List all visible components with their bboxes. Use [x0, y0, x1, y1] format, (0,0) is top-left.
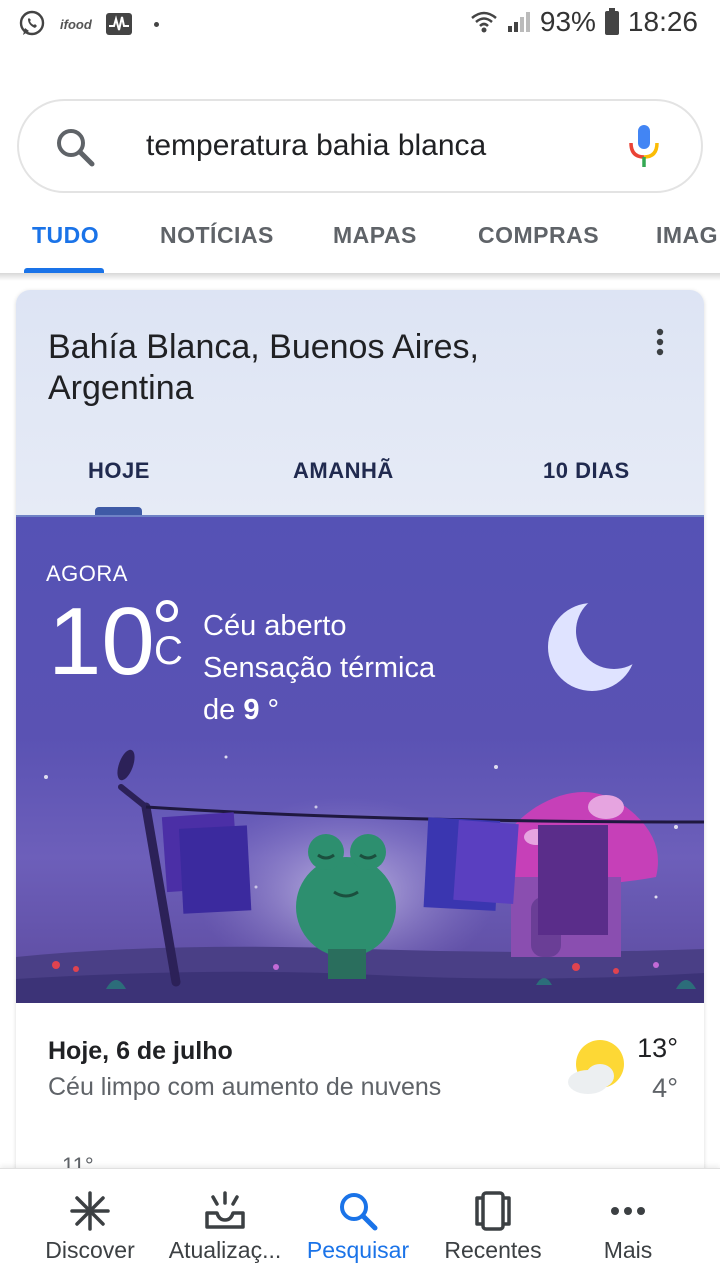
nav-recents[interactable]: Recentes: [421, 1169, 565, 1280]
clock: 18:26: [627, 6, 698, 37]
updates-icon: [205, 1191, 245, 1229]
weather-scene: AGORA 10 C Céu aberto Sensação térmica d…: [16, 515, 704, 1003]
high-temperature: 13°: [637, 1033, 678, 1063]
feels-like-value: 9: [243, 694, 260, 726]
ifood-icon: ifood: [60, 16, 92, 32]
moon-icon: [548, 603, 636, 691]
more-vert-icon[interactable]: [656, 328, 664, 356]
weather-location: Bahía Blanca, Buenos Aires, Argentina: [48, 328, 479, 407]
battery-percent: 93%: [539, 6, 596, 37]
more-dots-icon: [611, 1207, 645, 1215]
feels-like-unit: °: [267, 694, 280, 726]
nav-recents-label: Recentes: [444, 1237, 542, 1263]
weather-doodle-illustration: [16, 749, 704, 1003]
weather-tab-amanha[interactable]: AMANHÃ: [293, 458, 394, 484]
nav-discover-label: Discover: [45, 1237, 135, 1263]
status-bar: ifood 93% 18:26: [0, 0, 720, 48]
search-icon: [340, 1193, 378, 1231]
nav-search-label: Pesquisar: [306, 1237, 410, 1263]
weather-tab-10-dias[interactable]: 10 DIAS: [543, 458, 630, 484]
asterisk-icon: [70, 1191, 110, 1231]
microphone-icon[interactable]: [627, 121, 661, 171]
day-summary[interactable]: Hoje, 6 de julho Céu limpo com aumento d…: [16, 1003, 704, 1190]
bottom-navigation: Discover Atualizaç... Pesquisar Recentes…: [0, 1168, 720, 1280]
day-title: Hoje, 6 de julho: [48, 1037, 233, 1065]
tab-imagens[interactable]: IMAG: [656, 222, 718, 249]
recents-icon: [475, 1191, 511, 1231]
search-icon[interactable]: [53, 125, 97, 169]
weather-card-header: Bahía Blanca, Buenos Aires, Argentina HO…: [16, 290, 704, 515]
activity-icon: [105, 13, 132, 35]
degree-symbol: [156, 600, 178, 622]
partly-cloudy-icon: [568, 1040, 624, 1094]
temperature-unit: C: [154, 629, 183, 673]
whatsapp-icon: [19, 10, 45, 36]
more-notifications-dot: [153, 21, 159, 27]
status-bar-notifications: ifood: [18, 10, 159, 38]
tab-noticias[interactable]: NOTÍCIAS: [160, 222, 274, 249]
current-temperature: 10: [48, 588, 155, 695]
weather-card: Bahía Blanca, Buenos Aires, Argentina HO…: [16, 290, 704, 1190]
search-input[interactable]: temperatura bahia blanca: [146, 129, 486, 163]
feels-like-de: de: [203, 694, 236, 726]
wifi-icon: [471, 11, 497, 33]
battery-icon: [604, 8, 619, 35]
weather-tab-hoje[interactable]: HOJE: [88, 458, 150, 484]
weather-tab-indicator: [95, 507, 142, 515]
nav-discover[interactable]: Discover: [18, 1169, 162, 1280]
nav-updates[interactable]: Atualizaç...: [153, 1169, 297, 1280]
nav-more[interactable]: Mais: [556, 1169, 700, 1280]
signal-icon: [507, 12, 530, 32]
feels-like-label: Sensação térmica: [203, 652, 436, 684]
nav-updates-label: Atualizaç...: [168, 1237, 282, 1263]
low-temperature: 4°: [652, 1073, 678, 1103]
weather-condition: Céu aberto: [203, 610, 347, 642]
weather-condition-block: Céu aberto Sensação térmica de 9 °: [203, 605, 435, 731]
search-bar[interactable]: temperatura bahia blanca: [17, 99, 703, 193]
search-tabs: TUDO NOTÍCIAS MAPAS COMPRAS IMAG: [0, 200, 720, 274]
nav-search[interactable]: Pesquisar: [286, 1169, 430, 1280]
tab-mapas[interactable]: MAPAS: [333, 222, 417, 249]
tab-tudo[interactable]: TUDO: [32, 222, 99, 249]
now-label: AGORA: [46, 561, 128, 586]
nav-more-label: Mais: [603, 1237, 653, 1263]
tab-compras[interactable]: COMPRAS: [478, 222, 599, 249]
tabs-divider: [0, 273, 720, 281]
feels-like-line: de 9 °: [203, 689, 435, 731]
status-bar-system: 93% 18:26: [470, 6, 698, 38]
day-description: Céu limpo com aumento de nuvens: [48, 1073, 442, 1101]
